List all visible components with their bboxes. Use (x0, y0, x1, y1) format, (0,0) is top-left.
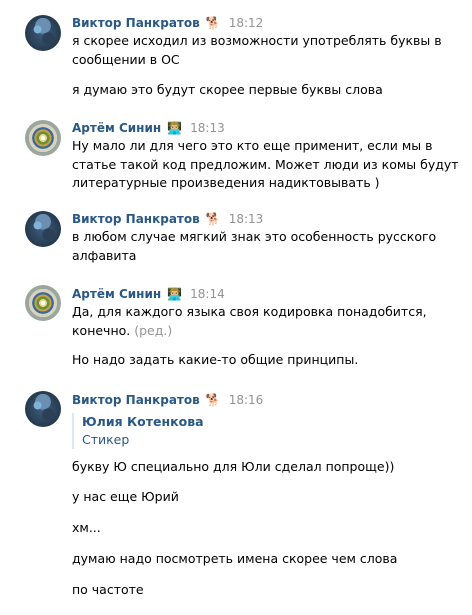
message-time[interactable]: 18:13 (229, 212, 264, 226)
message-text: в любом случае мягкий знак это особеннос… (72, 229, 437, 263)
message-time[interactable]: 18:16 (229, 393, 264, 407)
author-name[interactable]: Виктор Панкратов (72, 16, 200, 30)
message-text: Но надо задать какие-то общие принципы. (72, 352, 359, 367)
avatar[interactable] (25, 15, 61, 51)
message-text: я думаю это будут скорее первые буквы сл… (72, 82, 383, 97)
avatar[interactable] (25, 285, 61, 321)
author-name[interactable]: Артём Синин (72, 121, 161, 135)
quote-subtitle: Стикер (82, 432, 130, 447)
avatar[interactable] (25, 211, 61, 247)
technologist-emoji-icon: 👨🏼‍💻 (167, 121, 183, 135)
edited-label[interactable]: (ред.) (134, 323, 172, 338)
avatar[interactable] (25, 120, 61, 156)
author-name[interactable]: Виктор Панкратов (72, 212, 200, 226)
dog-emoji-icon: 🐕 (205, 393, 221, 407)
message-text: я скорее исходил из возможности употребл… (72, 33, 442, 67)
dog-emoji-icon: 🐕 (205, 212, 221, 226)
avatar[interactable] (25, 391, 61, 427)
forwarded-quote[interactable]: Юлия Котенкова Стикер (72, 413, 462, 449)
message-text: по частоте (72, 582, 144, 597)
message-time[interactable]: 18:13 (190, 121, 225, 135)
message-text: букву Ю специально для Юли сделал попрощ… (72, 459, 395, 474)
quote-author[interactable]: Юлия Котенкова (82, 413, 462, 431)
message-time[interactable]: 18:12 (229, 16, 264, 30)
technologist-emoji-icon: 👨🏼‍💻 (167, 287, 183, 301)
message-text: думаю надо посмотреть имена скорее чем с… (72, 551, 398, 566)
message-text: хм... (72, 520, 101, 535)
message-text: Ну мало ли для чего это кто еще применит… (72, 138, 459, 190)
message-text: у нас еще Юрий (72, 489, 179, 504)
author-name[interactable]: Артём Синин (72, 287, 161, 301)
dog-emoji-icon: 🐕 (205, 16, 221, 30)
author-name[interactable]: Виктор Панкратов (72, 393, 200, 407)
message-text: Да, для каждого языка своя кодировка пон… (72, 303, 462, 340)
message-text-line: Да, для каждого языка своя кодировка пон… (72, 304, 427, 338)
message-time[interactable]: 18:14 (190, 287, 225, 301)
